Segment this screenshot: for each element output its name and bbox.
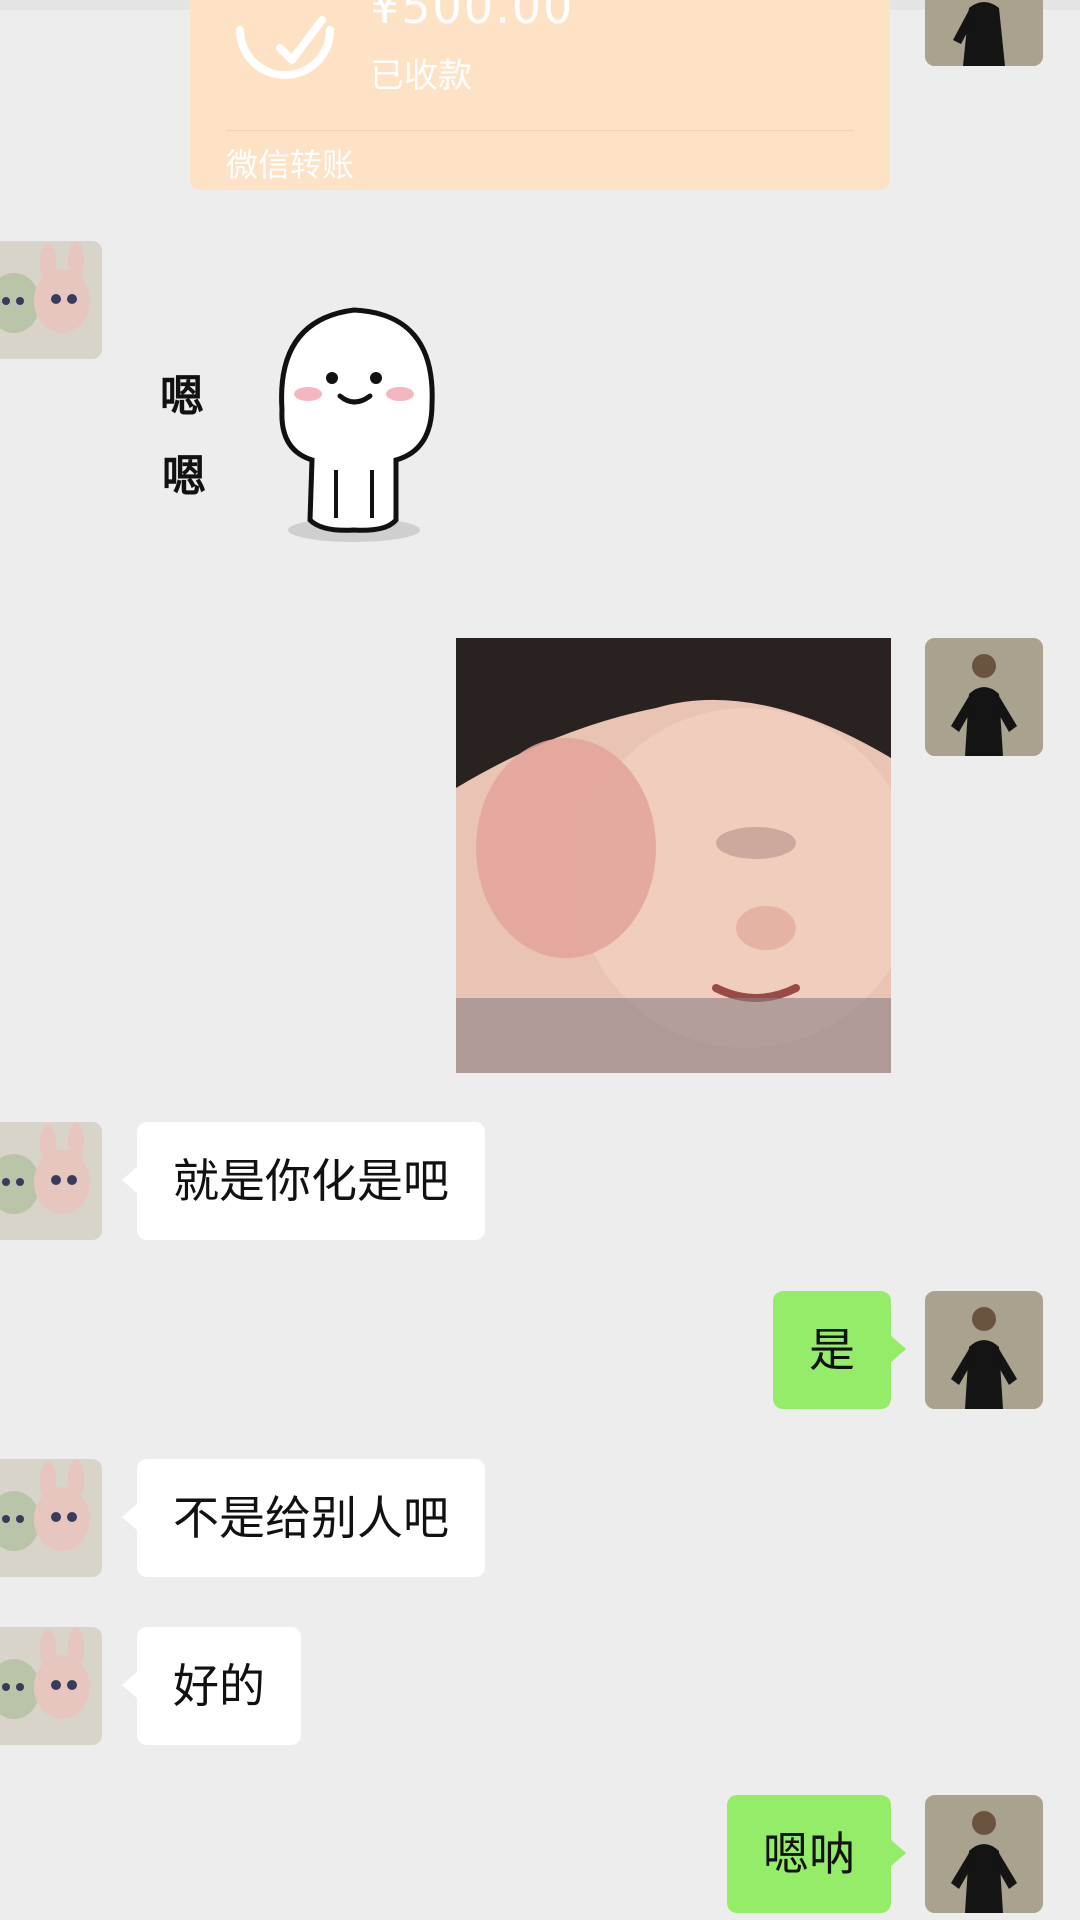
baby-face-photo — [456, 638, 891, 1073]
contact-avatar[interactable] — [0, 1459, 102, 1577]
transfer-amount: ¥500.00 — [370, 0, 575, 34]
sticker-message[interactable]: 嗯 嗯 — [150, 300, 490, 550]
my-avatar[interactable] — [925, 1795, 1043, 1913]
contact-avatar[interactable] — [0, 1627, 102, 1745]
my-avatar[interactable] — [925, 0, 1043, 66]
transfer-received-icon — [236, 16, 334, 79]
wechat-transfer-card[interactable]: ¥500.00 已收款 微信转账 — [190, 0, 890, 190]
outgoing-message-bubble[interactable]: 嗯呐 — [727, 1795, 906, 1913]
my-avatar[interactable] — [925, 638, 1043, 756]
sticker-text-top: 嗯 — [160, 371, 204, 422]
transfer-divider — [226, 130, 854, 131]
transfer-status: 已收款 — [370, 56, 472, 96]
my-avatar[interactable] — [925, 1291, 1043, 1409]
contact-avatar[interactable] — [0, 1122, 102, 1240]
contact-avatar[interactable] — [0, 241, 102, 359]
photo-message[interactable] — [456, 638, 891, 1073]
outgoing-message-bubble[interactable]: 是 — [773, 1291, 906, 1409]
transfer-footer-label: 微信转账 — [226, 146, 355, 184]
incoming-message-bubble[interactable]: 好的 — [122, 1627, 301, 1745]
smiling-dumpling-sticker — [279, 307, 435, 542]
incoming-message-bubble[interactable]: 不是给别人吧 — [122, 1459, 485, 1577]
incoming-message-bubble[interactable]: 就是你化是吧 — [122, 1122, 485, 1240]
sticker-text-bottom: 嗯 — [162, 451, 206, 502]
